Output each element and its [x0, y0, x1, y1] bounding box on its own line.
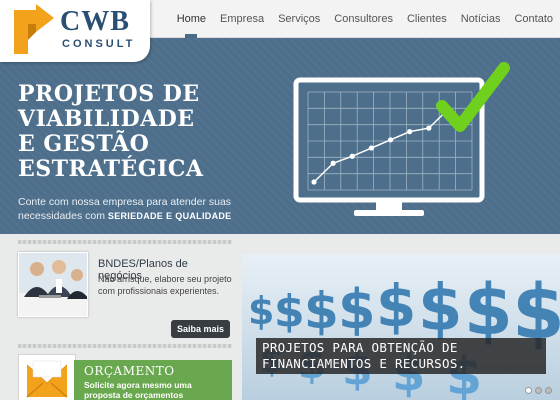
nav-servicos[interactable]: Serviços: [271, 0, 327, 38]
card-bndes-text: Não arrisque, elabore seu projeto com pr…: [98, 274, 232, 296]
hero-subtitle: Conte com nossa empresa para atender sua…: [18, 195, 258, 223]
main-nav: Home Empresa Serviços Consultores Client…: [170, 0, 560, 38]
banner-caption-line-2: FINANCIAMENTOS E RECURSOS.: [262, 356, 466, 371]
dollar-signs-image: $ $ $ $ $ $ $ $ $ $ $ $ $: [242, 254, 560, 400]
banner-caption-line-1: PROJETOS PARA OBTENÇÃO DE: [262, 340, 458, 355]
monitor-base: [354, 210, 424, 216]
hero-title-line-2: VIABILIDADE: [18, 106, 195, 132]
slider-dots: [525, 387, 552, 394]
chart-point-1: [311, 179, 317, 185]
site-header: CWB CONSULT Home Empresa Serviços Consul…: [0, 0, 560, 62]
chart-point-5: [387, 137, 394, 143]
hero-title-line-4: ESTRATÉGICA: [18, 156, 204, 182]
hero-title: PROJETOS DE VIABILIDADE E GESTÃO ESTRATÉ…: [18, 82, 218, 182]
orcamento-text: Solicite agora mesmo uma proposta de orç…: [84, 380, 192, 400]
hero-title-line-3: E GESTÃO: [18, 131, 150, 157]
chart-point-2: [330, 160, 336, 166]
divider-middle: [18, 344, 232, 348]
nav-clientes[interactable]: Clientes: [400, 0, 454, 38]
logo-tagline: CONSULT: [62, 38, 136, 50]
logo[interactable]: CWB CONSULT: [0, 0, 150, 62]
business-people-photo: [18, 252, 88, 317]
svg-text:$: $: [304, 282, 339, 340]
monitor-neck: [376, 202, 402, 210]
card-orcamento[interactable]: ORÇAMENTO Solicite agora mesmo uma propo…: [18, 354, 232, 400]
chart-point-3: [349, 153, 355, 159]
logo-mark-icon: [14, 4, 54, 54]
hero-subtitle-qualidade: QUALIDADE: [175, 211, 232, 221]
monitor-chart-illustration: [293, 62, 510, 216]
envelope-icon: [26, 360, 68, 398]
orcamento-title: ORÇAMENTO: [84, 364, 175, 378]
svg-text:$: $: [376, 272, 416, 340]
envelope-icon-box: [18, 354, 76, 400]
nav-home[interactable]: Home: [170, 0, 213, 38]
saiba-mais-button[interactable]: Saiba mais: [170, 320, 230, 338]
hero-banner: PROJETOS DE VIABILIDADE E GESTÃO ESTRATÉ…: [0, 38, 560, 234]
nav-empresa[interactable]: Empresa: [213, 0, 271, 38]
chart-point-4: [368, 145, 375, 151]
nav-noticias[interactable]: Notícias: [454, 0, 508, 38]
banner-caption: PROJETOS PARA OBTENÇÃO DE FINANCIAMENTOS…: [256, 338, 546, 374]
hero-title-line-1: PROJETOS DE: [18, 81, 200, 107]
chart-point-7: [426, 125, 432, 131]
financing-slider[interactable]: $ $ $ $ $ $ $ $ $ $ $ $ $ PROJETOS PARA …: [242, 254, 560, 400]
svg-text:$: $: [338, 278, 376, 341]
divider-top: [18, 240, 232, 244]
logo-name: CWB: [60, 6, 130, 37]
svg-text:$: $: [248, 289, 274, 333]
svg-text:$: $: [418, 272, 463, 346]
card-bndes: BNDES/Planos de negócios Não arrisque, e…: [18, 252, 232, 344]
nav-consultores[interactable]: Consultores: [327, 0, 400, 38]
slider-dot-3[interactable]: [545, 387, 552, 394]
svg-text:$: $: [274, 286, 305, 337]
nav-contato[interactable]: Contato: [507, 0, 560, 38]
slider-dot-1[interactable]: [525, 387, 532, 394]
hero-subtitle-seriedade: SERIEDADE: [107, 211, 164, 221]
chart-point-6: [407, 129, 413, 135]
hero-subtitle-connector: E: [166, 211, 173, 221]
slider-dot-2[interactable]: [535, 387, 542, 394]
orcamento-panel[interactable]: ORÇAMENTO Solicite agora mesmo uma propo…: [74, 360, 232, 400]
left-column: BNDES/Planos de negócios Não arrisque, e…: [18, 240, 232, 400]
